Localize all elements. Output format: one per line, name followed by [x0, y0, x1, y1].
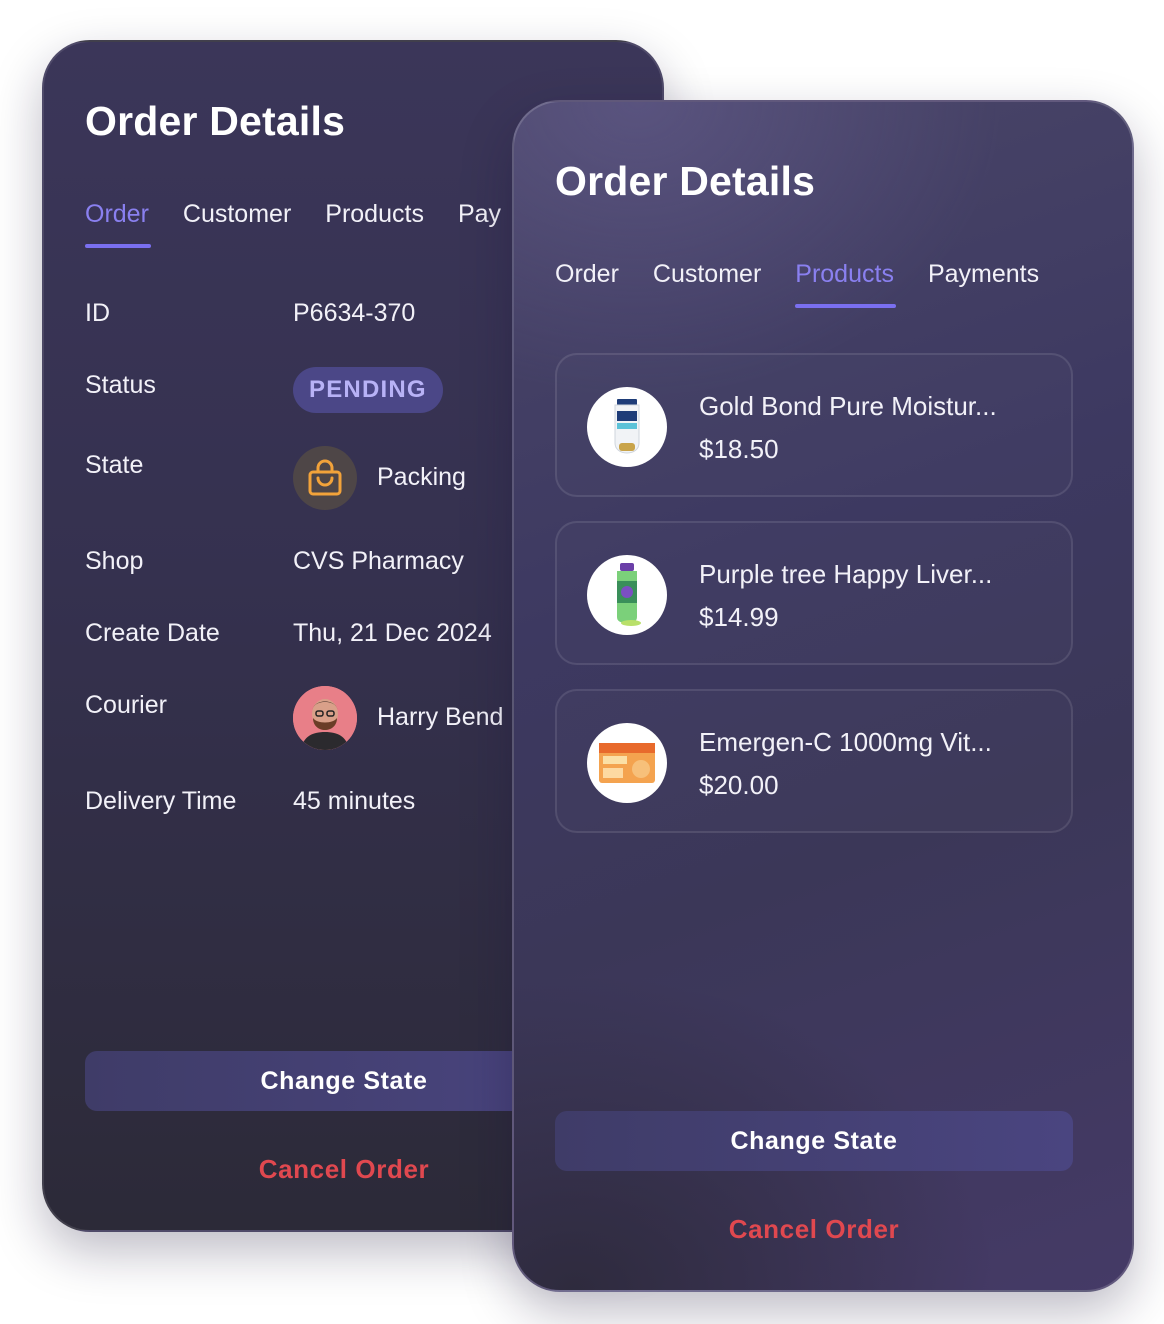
- status-label: Status: [85, 371, 156, 399]
- shop-value: CVS Pharmacy: [293, 547, 464, 575]
- tab-products[interactable]: Products: [325, 200, 424, 248]
- shop-label: Shop: [85, 547, 144, 575]
- page-title: Order Details: [85, 98, 346, 144]
- product-image-box: [587, 723, 667, 803]
- tab-bar: Order Customer Products Pay: [85, 200, 501, 248]
- product-price: $18.50: [699, 434, 779, 464]
- tab-payments[interactable]: Pay: [458, 200, 501, 248]
- cancel-order-button[interactable]: Cancel Order: [555, 1214, 1073, 1245]
- page-title: Order Details: [555, 158, 816, 204]
- delivery-time-value: 45 minutes: [293, 787, 416, 815]
- shopping-bag-icon: [293, 446, 357, 510]
- courier-avatar: [293, 686, 357, 750]
- product-price: $14.99: [699, 602, 779, 632]
- tab-bar: Order Customer Products Payments: [555, 260, 1039, 308]
- change-state-button[interactable]: Change State: [555, 1111, 1073, 1171]
- product-item[interactable]: Emergen-C 1000mg Vit... $20.00: [555, 689, 1073, 833]
- status-badge: PENDING: [293, 367, 443, 413]
- state-label: State: [85, 451, 144, 479]
- id-label: ID: [85, 299, 110, 327]
- id-value: P6634-370: [293, 299, 416, 327]
- product-name: Purple tree Happy Liver...: [699, 559, 993, 589]
- courier-label: Courier: [85, 691, 167, 719]
- stage: Order Details Order Customer Products Pa…: [0, 0, 1164, 1324]
- courier-name: Harry Bend: [377, 703, 504, 731]
- state-value: Packing: [377, 463, 466, 491]
- tab-customer[interactable]: Customer: [183, 200, 291, 248]
- product-item[interactable]: Gold Bond Pure Moistur... $18.50: [555, 353, 1073, 497]
- tab-order[interactable]: Order: [555, 260, 619, 308]
- tab-customer[interactable]: Customer: [653, 260, 761, 308]
- product-name: Gold Bond Pure Moistur...: [699, 391, 997, 421]
- delivery-time-label: Delivery Time: [85, 787, 237, 815]
- product-image-lotion: [587, 387, 667, 467]
- product-item[interactable]: Purple tree Happy Liver... $14.99: [555, 521, 1073, 665]
- order-details-card-products-tab: Order Details Order Customer Products Pa…: [512, 100, 1134, 1292]
- product-image-bottle: [587, 555, 667, 635]
- tab-products[interactable]: Products: [795, 260, 896, 308]
- create-date-label: Create Date: [85, 619, 220, 647]
- product-name: Emergen-C 1000mg Vit...: [699, 727, 992, 757]
- create-date-value: Thu, 21 Dec 2024: [293, 619, 492, 647]
- tab-order[interactable]: Order: [85, 200, 151, 248]
- tab-payments[interactable]: Payments: [928, 260, 1039, 308]
- product-price: $20.00: [699, 770, 779, 800]
